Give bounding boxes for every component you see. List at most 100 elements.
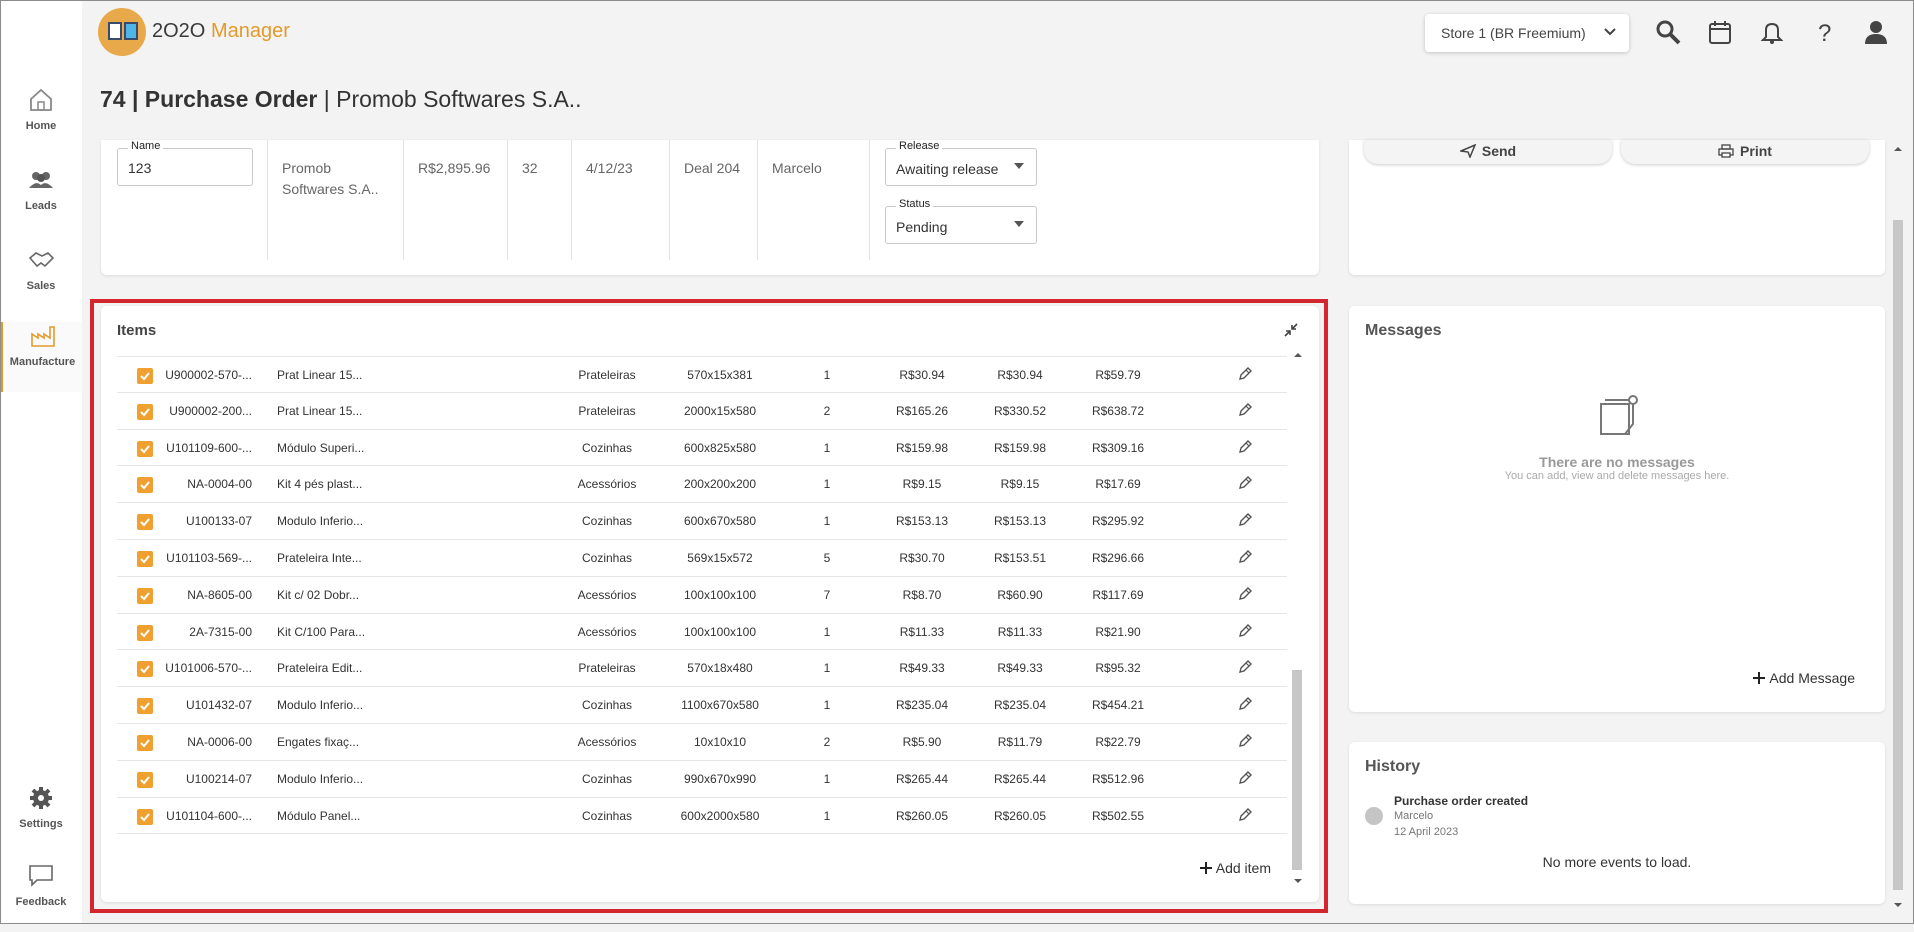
total-cell: R$2,895.96: [403, 140, 507, 260]
add-message-button[interactable]: Add Message: [1752, 670, 1855, 686]
row-checkbox[interactable]: [137, 514, 153, 531]
sidebar-item-home[interactable]: Home: [0, 86, 82, 156]
item-code: NA-0004-00: [187, 477, 252, 492]
table-row[interactable]: U900002-200... Prat Linear 15... Prateleir…: [117, 393, 1287, 430]
item-unit-price: R$265.44: [895, 771, 949, 786]
edit-icon[interactable]: [1237, 512, 1253, 531]
release-select[interactable]: Release Awaiting release: [885, 140, 1037, 186]
name-field-label: Name: [128, 140, 164, 152]
page-scroll-thumb[interactable]: [1893, 220, 1903, 890]
scroll-down-icon[interactable]: [1292, 876, 1304, 886]
row-checkbox[interactable]: [137, 368, 153, 384]
row-checkbox[interactable]: [137, 440, 153, 457]
page-scrollbar[interactable]: [1891, 140, 1905, 910]
item-category: Prateleiras: [578, 368, 636, 382]
history-card: History Purchase order created Marcelo 1…: [1349, 742, 1885, 904]
user-icon[interactable]: [1862, 18, 1890, 46]
item-category: Cozinhas: [581, 440, 633, 455]
edit-icon[interactable]: [1237, 439, 1253, 458]
edit-icon[interactable]: [1237, 475, 1253, 494]
row-checkbox[interactable]: [137, 403, 153, 420]
help-icon[interactable]: ?: [1810, 18, 1838, 46]
sidebar-item-feedback[interactable]: Feedback: [0, 862, 82, 932]
status-label: Status: [896, 198, 934, 210]
item-code: U100214-07: [185, 771, 252, 786]
factory-icon: [30, 326, 55, 347]
table-row[interactable]: NA-0004-00 Kit 4 pés plast... Acessórios 20…: [117, 466, 1287, 504]
edit-icon[interactable]: [1237, 807, 1253, 826]
store-select[interactable]: Store 1 (BR Freemium): [1425, 14, 1629, 52]
table-row[interactable]: U900002-570-... Prat Linear 15... Pratelei…: [117, 356, 1287, 393]
no-messages-title: There are no messages: [1539, 454, 1695, 470]
item-total-price: R$265.44: [993, 771, 1047, 786]
row-checkbox[interactable]: [137, 624, 153, 641]
scroll-down-icon[interactable]: [1891, 900, 1905, 910]
sidebar-item-sales[interactable]: Sales: [0, 246, 82, 316]
edit-icon[interactable]: [1237, 366, 1253, 385]
items-scrollbar[interactable]: [1290, 350, 1302, 886]
sidebar-item-settings[interactable]: Settings: [0, 784, 82, 854]
item-description: Prateleira Edit...: [277, 661, 363, 676]
edit-icon[interactable]: [1237, 623, 1253, 642]
status-select[interactable]: Status Pending: [885, 198, 1037, 244]
row-checkbox[interactable]: [137, 698, 153, 715]
edit-icon[interactable]: [1237, 770, 1253, 789]
check-icon: [140, 408, 150, 417]
check-icon: [140, 372, 150, 381]
edit-icon[interactable]: [1237, 549, 1253, 568]
row-checkbox[interactable]: [137, 771, 153, 788]
row-checkbox[interactable]: [137, 808, 153, 825]
row-checkbox[interactable]: [137, 734, 153, 751]
row-checkbox[interactable]: [137, 661, 153, 678]
table-row[interactable]: U101104-600-... Módulo Panel... Cozinhas 60…: [117, 798, 1287, 835]
check-icon: [140, 665, 150, 674]
table-row[interactable]: U101103-569-... Prateleira Inte... Cozinha…: [117, 540, 1287, 577]
item-code: U900002-570-...: [165, 368, 252, 382]
sidebar-item-manufacture[interactable]: Manufacture: [0, 322, 82, 392]
edit-icon[interactable]: [1237, 659, 1253, 678]
scroll-up-icon[interactable]: [1891, 144, 1905, 154]
sidebar-item-label: Settings: [19, 818, 63, 830]
item-quantity: 1: [823, 477, 831, 492]
scroll-up-icon[interactable]: [1292, 350, 1304, 360]
table-row[interactable]: NA-8605-00 Kit c/ 02 Dobr... Acessórios 100…: [117, 577, 1287, 614]
edit-icon[interactable]: [1237, 733, 1253, 752]
release-label: Release: [896, 140, 943, 152]
note-icon: [1600, 395, 1638, 435]
name-field[interactable]: Name 123: [117, 140, 253, 186]
row-checkbox[interactable]: [137, 550, 153, 567]
collapse-icon[interactable]: [1283, 322, 1299, 338]
send-button[interactable]: Send: [1364, 140, 1612, 164]
add-item-button[interactable]: Add item: [1199, 860, 1271, 876]
app-logo-icon[interactable]: [98, 8, 146, 56]
table-row[interactable]: U101006-570-... Prateleira Edit... Pratele…: [117, 650, 1287, 688]
item-unit-price: R$153.13: [895, 514, 949, 529]
supplier-line: Promob: [282, 160, 332, 176]
app-logo-text: 2O2O Manager: [152, 20, 290, 42]
row-checkbox[interactable]: [137, 587, 153, 604]
calendar-icon[interactable]: [1706, 18, 1734, 46]
item-category: Cozinhas: [581, 771, 633, 786]
print-button[interactable]: Print: [1621, 140, 1869, 164]
search-icon[interactable]: [1654, 18, 1682, 46]
table-row[interactable]: 2A-7315-00 Kit C/100 Para... Acessórios 100…: [117, 614, 1287, 651]
table-row[interactable]: U100214-07 Modulo Inferio... Cozinhas 990x6…: [117, 761, 1287, 798]
row-checkbox[interactable]: [137, 477, 153, 494]
item-unit-price: R$11.33: [899, 624, 945, 639]
item-dimensions: 2000x15x580: [683, 403, 757, 418]
table-row[interactable]: U101432-07 Modulo Inferio... Cozinhas 1100x…: [117, 687, 1287, 724]
edit-icon[interactable]: [1237, 586, 1253, 605]
item-sale-price: R$296.66: [1091, 550, 1145, 565]
chevron-down-icon: [1604, 28, 1616, 36]
table-row[interactable]: NA-0006-00 Engates fixaç... Acessórios 10x1…: [117, 724, 1287, 761]
history-event-dot: [1365, 807, 1383, 825]
bell-icon[interactable]: [1758, 18, 1786, 46]
sidebar-item-leads[interactable]: Leads: [0, 166, 82, 236]
item-description: Kit 4 pés plast...: [277, 477, 363, 492]
items-scroll-thumb[interactable]: [1292, 670, 1302, 870]
item-sale-price: R$454.21: [1091, 698, 1145, 713]
table-row[interactable]: U100133-07 Modulo Inferio... Cozinhas 600x6…: [117, 503, 1287, 540]
table-row[interactable]: U101109-600-... Módulo Superi... Cozinhas 6…: [117, 430, 1287, 467]
edit-icon[interactable]: [1237, 402, 1253, 421]
edit-icon[interactable]: [1237, 696, 1253, 715]
